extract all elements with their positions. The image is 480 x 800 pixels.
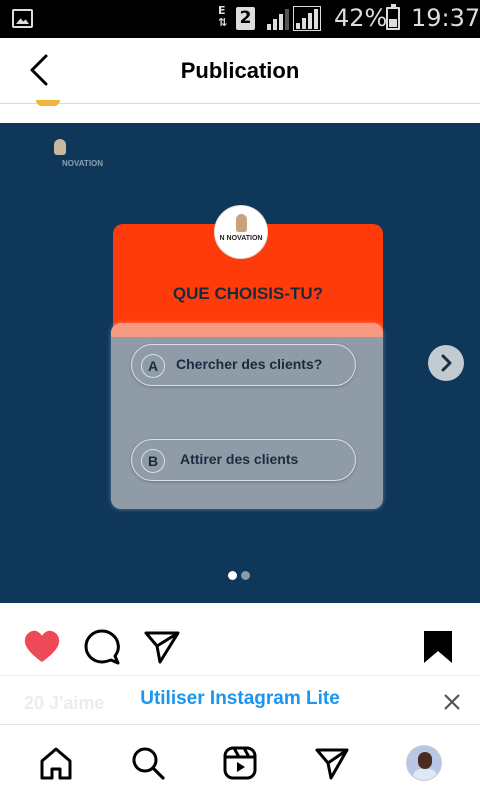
signal-strength-icon-2 xyxy=(293,6,321,31)
carousel-dot xyxy=(228,571,237,580)
home-icon[interactable] xyxy=(38,745,74,781)
battery-fill xyxy=(389,19,397,27)
option-letter: A xyxy=(141,354,165,378)
lite-banner: 20 J'aime Utiliser Instagram Lite xyxy=(0,675,480,725)
option-label: Attirer des clients xyxy=(180,451,299,467)
question-title: QUE CHOISIS-TU? xyxy=(172,284,324,303)
post-image[interactable]: NOVATION N NOVATION QUE CHOISIS-TU? A Ch… xyxy=(0,123,480,603)
bottom-navigation xyxy=(0,725,480,800)
status-bar: E ⇅ 2 42% 19:37 xyxy=(0,0,480,38)
comment-icon[interactable] xyxy=(82,627,122,667)
option-letter: B xyxy=(141,449,165,473)
battery-icon xyxy=(386,4,400,30)
brand-logo: NOVATION xyxy=(46,139,116,175)
send-icon[interactable] xyxy=(142,627,182,667)
brand-logo-text: NOVATION xyxy=(62,159,104,168)
search-icon[interactable] xyxy=(130,745,166,781)
direct-icon[interactable] xyxy=(314,745,350,781)
bookmark-filled-icon[interactable] xyxy=(418,627,458,667)
page-title: Publication xyxy=(180,58,300,83)
gallery-notification-icon xyxy=(12,9,33,28)
battery-percent: 42% xyxy=(334,4,388,32)
sim-slot-badge: 2 xyxy=(236,7,255,30)
lightbulb-icon xyxy=(236,214,247,232)
option-a: A Chercher des clients? xyxy=(131,344,356,386)
use-instagram-lite-link[interactable]: Utiliser Instagram Lite xyxy=(0,688,480,710)
clock: 19:37 xyxy=(411,4,480,32)
top-header: Publication xyxy=(0,38,480,104)
card-logo-text: N NOVATION xyxy=(219,235,263,242)
heart-filled-icon[interactable] xyxy=(22,627,62,667)
close-icon[interactable] xyxy=(440,690,464,714)
signal-strength-icon xyxy=(267,9,289,30)
option-label: Chercher des clients? xyxy=(176,356,323,372)
carousel-next-button[interactable] xyxy=(428,345,464,381)
avatar-head xyxy=(418,752,432,769)
profile-avatar[interactable] xyxy=(406,745,442,781)
post-actions xyxy=(0,603,480,675)
story-ring-edge xyxy=(36,100,60,106)
network-type-indicator: E ⇅ xyxy=(218,4,228,29)
avatar-body xyxy=(413,769,437,780)
carousel-indicator xyxy=(228,571,254,581)
reels-icon[interactable] xyxy=(222,745,258,781)
option-b: B Attirer des clients xyxy=(131,439,356,481)
lightbulb-icon xyxy=(54,139,66,155)
carousel-dot xyxy=(241,571,250,580)
chevron-right-icon xyxy=(441,354,452,372)
card-logo: N NOVATION xyxy=(214,205,268,259)
network-letter: E xyxy=(218,4,226,17)
